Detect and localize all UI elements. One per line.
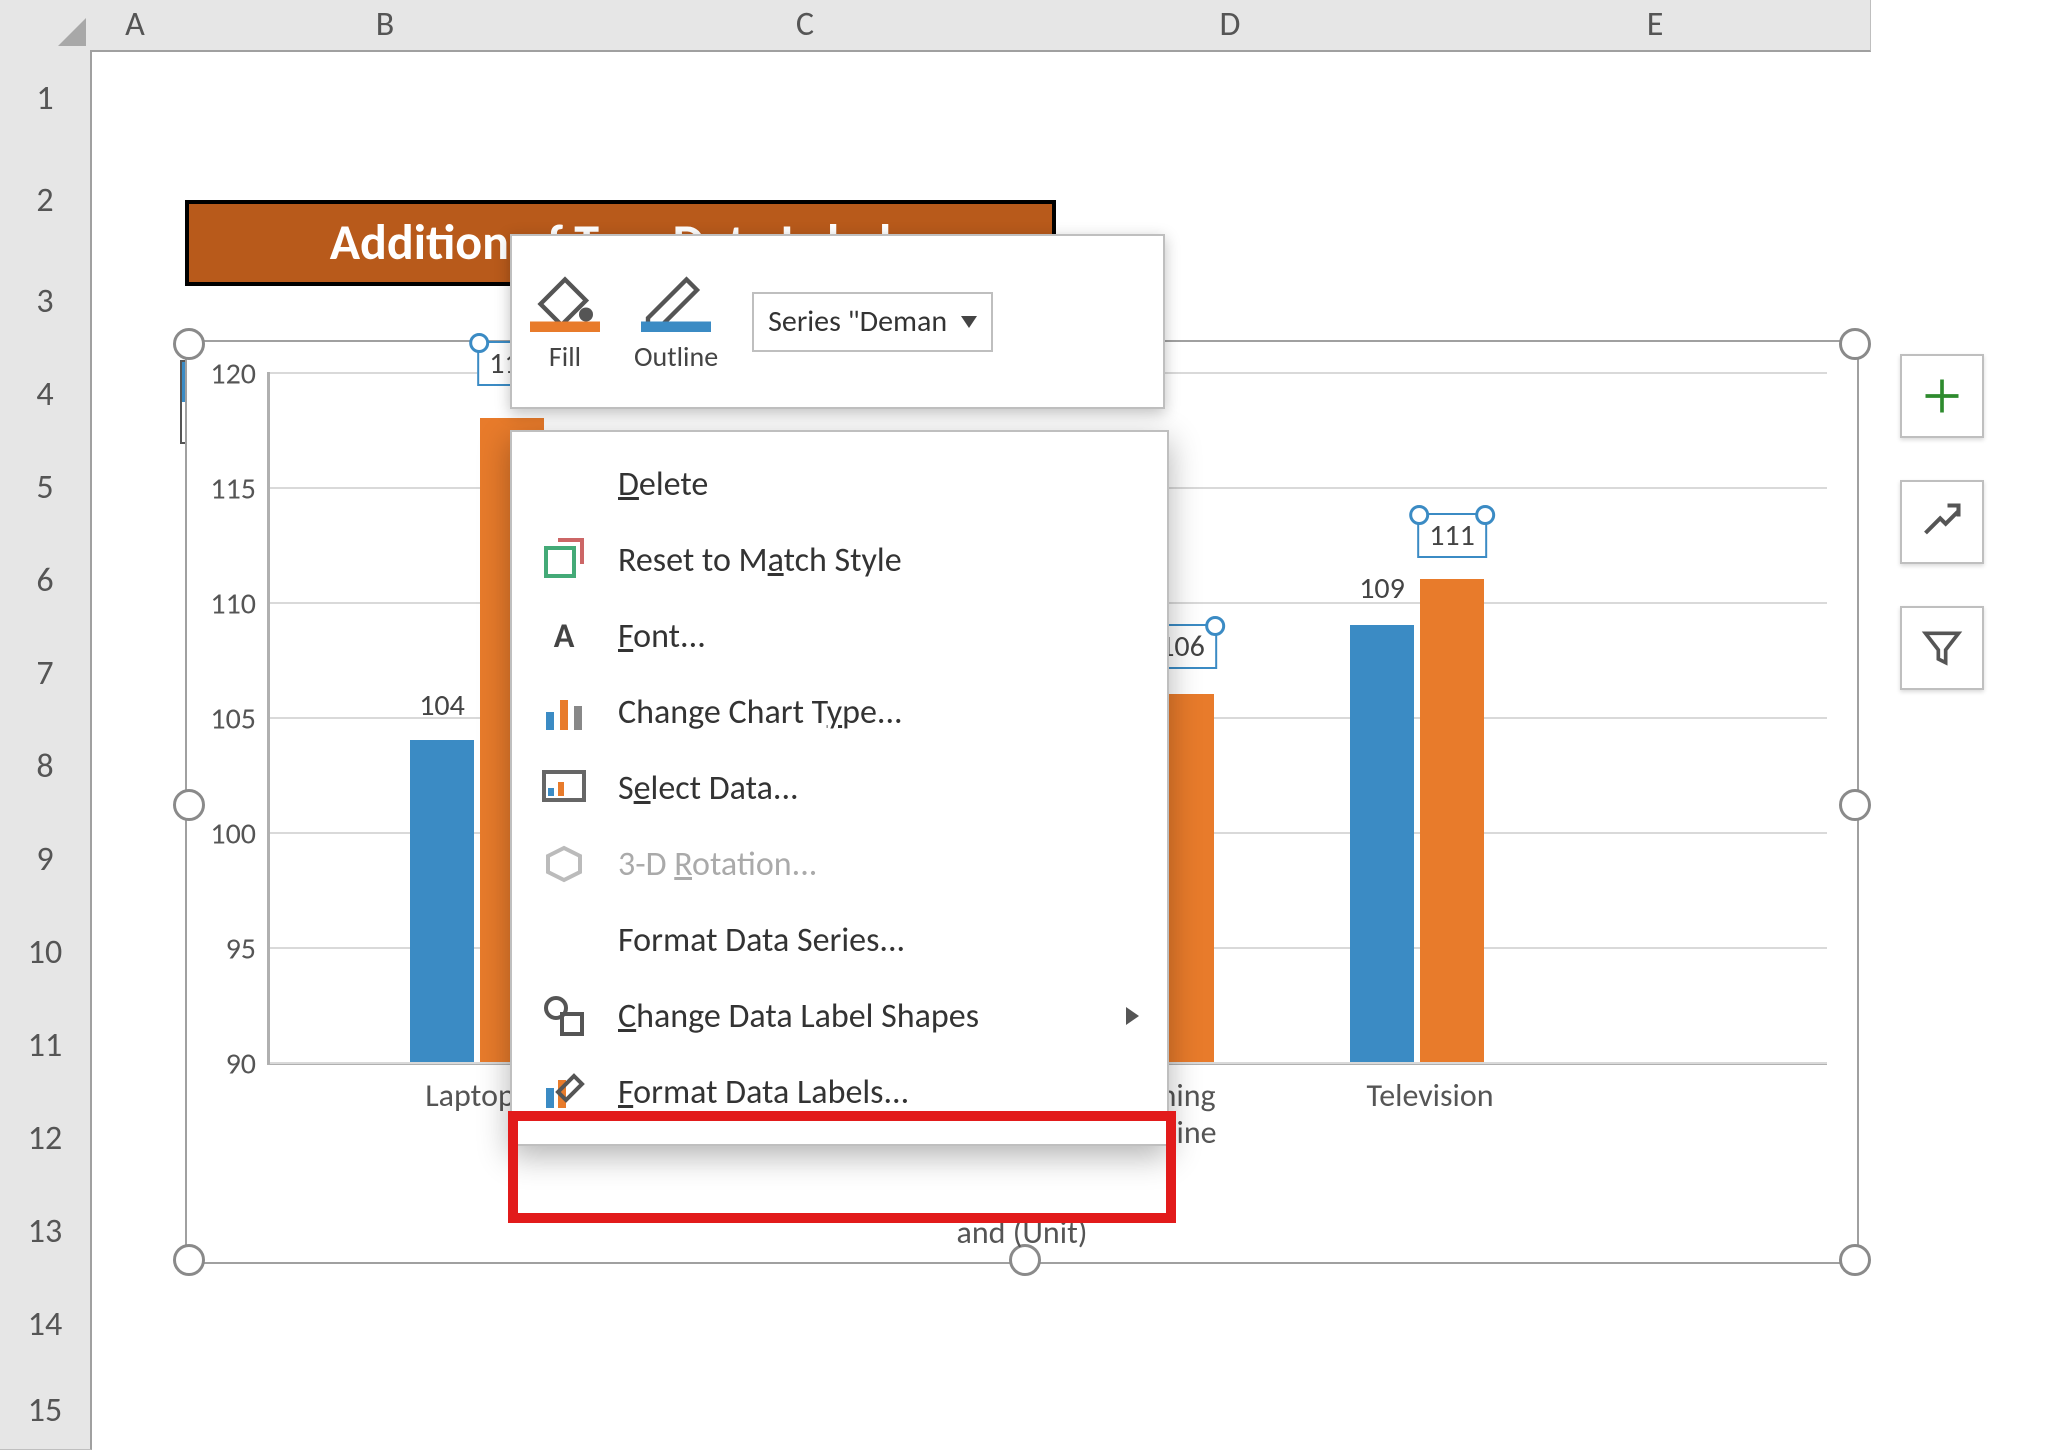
- row-label: 4: [36, 374, 53, 415]
- row-6[interactable]: 6: [0, 534, 92, 628]
- row-1[interactable]: 1: [0, 50, 92, 147]
- menu-font[interactable]: A Font...: [512, 598, 1167, 674]
- row-label: 14: [28, 1304, 62, 1345]
- row-5[interactable]: 5: [0, 441, 92, 535]
- col-D[interactable]: D: [1020, 0, 1441, 52]
- chart-elements-button[interactable]: [1900, 354, 1984, 438]
- context-menu: Delete Reset to Match Style A Font... Ch…: [510, 430, 1169, 1146]
- menu-change-data-label-shapes[interactable]: Change Data Label Shapes: [512, 978, 1167, 1054]
- row-label: 8: [36, 746, 53, 787]
- col-C[interactable]: C: [590, 0, 1021, 52]
- bar-supply[interactable]: [1350, 625, 1414, 1062]
- row-4[interactable]: 4: [0, 348, 92, 442]
- chart-handle[interactable]: [173, 789, 205, 821]
- submenu-arrow-icon: [1126, 1007, 1139, 1025]
- col-label: E: [1647, 4, 1664, 45]
- chevron-down-icon: [961, 316, 977, 328]
- row-12[interactable]: 12: [0, 1092, 92, 1186]
- row-11[interactable]: 11: [0, 999, 92, 1093]
- row-8[interactable]: 8: [0, 720, 92, 814]
- bar-supply[interactable]: [410, 740, 474, 1062]
- col-E[interactable]: E: [1440, 0, 1871, 52]
- axis-title: and (Unit): [957, 1213, 1088, 1252]
- row-3[interactable]: 3: [0, 255, 92, 349]
- ytick: 95: [226, 930, 256, 967]
- col-label: B: [376, 4, 395, 45]
- data-label-supply[interactable]: 109: [1359, 570, 1405, 607]
- col-label: D: [1220, 4, 1241, 45]
- row-label: 3: [36, 281, 53, 322]
- menu-format-data-labels[interactable]: Format Data Labels...: [512, 1054, 1167, 1130]
- row-label: 15: [28, 1390, 62, 1431]
- chart-icon: [540, 688, 588, 736]
- ytick: 90: [226, 1046, 256, 1083]
- select-data-icon: [540, 764, 588, 812]
- chart-handle[interactable]: [1839, 789, 1871, 821]
- row-label: 2: [36, 180, 53, 221]
- row-label: 7: [36, 653, 53, 694]
- series-selector-dropdown[interactable]: Series "Deman: [752, 292, 993, 352]
- row-label: 9: [36, 839, 53, 880]
- ytick: 115: [210, 470, 256, 507]
- menu-change-chart-type[interactable]: Change Chart Type...: [512, 674, 1167, 750]
- menu-3d-rotation: 3-D Rotation...: [512, 826, 1167, 902]
- reset-icon: [540, 536, 588, 584]
- chart-handle[interactable]: [173, 1244, 205, 1276]
- row-label: 1: [36, 78, 53, 119]
- shapes-icon: [540, 992, 588, 1040]
- col-B[interactable]: B: [180, 0, 591, 52]
- data-label-demand[interactable]: 111: [1417, 513, 1487, 558]
- row-15[interactable]: 15: [0, 1371, 92, 1450]
- select-all-corner[interactable]: [0, 0, 92, 52]
- paint-bucket-icon: [530, 269, 600, 329]
- row-14[interactable]: 14: [0, 1278, 92, 1372]
- row-9[interactable]: 9: [0, 813, 92, 907]
- ytick: 120: [210, 356, 256, 393]
- chart-handle[interactable]: [1839, 328, 1871, 360]
- cube-icon: [540, 840, 588, 888]
- ytick: 100: [210, 815, 256, 852]
- row-2[interactable]: 2: [0, 146, 92, 256]
- data-label-supply[interactable]: 104: [419, 687, 465, 724]
- fill-button[interactable]: Fill: [530, 269, 600, 374]
- row-label: 10: [28, 932, 62, 973]
- row-13[interactable]: 13: [0, 1185, 92, 1279]
- pen-icon: [641, 269, 711, 329]
- menu-select-data[interactable]: Select Data...: [512, 750, 1167, 826]
- chart-handle[interactable]: [1839, 1244, 1871, 1276]
- row-label: 6: [36, 560, 53, 601]
- bar-demand[interactable]: [1420, 579, 1484, 1062]
- menu-reset-match-style[interactable]: Reset to Match Style: [512, 522, 1167, 598]
- col-A[interactable]: A: [90, 0, 181, 52]
- row-10[interactable]: 10: [0, 906, 92, 1000]
- blank-icon: [540, 916, 588, 964]
- row-7[interactable]: 7: [0, 627, 92, 721]
- fill-label: Fill: [549, 339, 581, 374]
- row-label: 11: [28, 1025, 62, 1066]
- outline-label: Outline: [634, 339, 718, 374]
- chart-handle[interactable]: [173, 328, 205, 360]
- col-label: A: [125, 4, 145, 45]
- row-label: 13: [28, 1211, 62, 1252]
- menu-format-data-series[interactable]: Format Data Series...: [512, 902, 1167, 978]
- row-label: 12: [28, 1118, 62, 1159]
- font-icon: A: [540, 612, 588, 660]
- category-label: Television: [1330, 1078, 1530, 1115]
- ytick: 110: [210, 585, 256, 622]
- blank-icon: [540, 460, 588, 508]
- format-labels-icon: [540, 1068, 588, 1116]
- col-label: C: [796, 4, 814, 45]
- chart-filters-button[interactable]: [1900, 606, 1984, 690]
- series-selector-text: Series "Deman: [768, 303, 947, 340]
- row-label: 5: [36, 467, 53, 508]
- menu-delete[interactable]: Delete: [512, 446, 1167, 522]
- outline-button[interactable]: Outline: [634, 269, 718, 374]
- ytick: 105: [210, 701, 256, 738]
- chart-styles-button[interactable]: [1900, 480, 1984, 564]
- mini-toolbar: Fill Outline Series "Deman: [510, 234, 1165, 409]
